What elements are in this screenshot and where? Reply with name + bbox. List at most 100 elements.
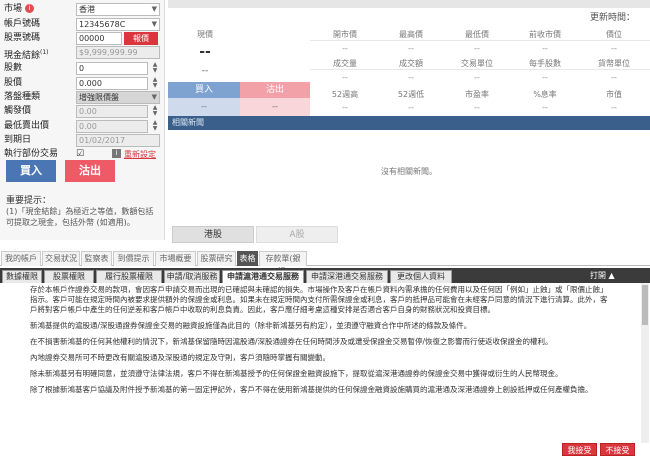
terms-paragraph: 除未新鴻基另有明確同意，並須遵守法律法規，客戶不得在新鴻基授予的任何保證金融資設…: [30, 369, 563, 378]
order-panel: 市場 i 香港 ▼ 帳戶號碼 12345678C ▼ 股票號碼 00000 報價…: [0, 0, 165, 240]
quote-value: --: [474, 103, 480, 112]
trigger-input[interactable]: 0.00: [76, 105, 148, 118]
info-icon[interactable]: i: [112, 149, 121, 158]
order-type-label: 落盤種類: [4, 92, 41, 102]
update-time-label: 更新時間：: [590, 13, 636, 23]
quote-value: --: [542, 73, 548, 82]
max-price-label: 最低賣出價: [4, 121, 50, 131]
quote-value: --: [408, 44, 414, 53]
subtab-shhk-connect[interactable]: 申請滬港通交易服務: [222, 270, 304, 283]
cash-label: 現金結餘: [4, 51, 41, 61]
tab-forms[interactable]: 表格: [237, 251, 258, 266]
tab-market-summary[interactable]: 市場概要: [155, 251, 196, 266]
subtab-stock-permission[interactable]: 股票權限: [44, 270, 94, 283]
quote-value: --: [342, 73, 348, 82]
notes-body: (1)「現金結餘」為極近之等值，數額包括可提取之現金，包括外幣 (如適用)。: [6, 207, 154, 227]
sub-tab-bar: 數據權限 股票權限 履行股票權限 申請/取消服務 申請滬港通交易服務 申請深港通…: [0, 268, 650, 283]
subtab-data-permission[interactable]: 數據權限: [2, 270, 42, 283]
market-value: 香港: [79, 5, 95, 14]
terms-paragraph: 在不損害新鴻基的任何其他權利的情況下，新鴻基保留隨時因滬股通/深股通證券在任何時…: [30, 337, 553, 346]
quote-header-yield: %息率: [533, 90, 557, 99]
news-empty-message: 沒有相關新聞。: [381, 167, 437, 176]
terms-scroll-thumb[interactable]: [642, 285, 648, 325]
terms-paragraph: 內地證券交易所可不時更改有關滬股通及深股通的規定及守則，客戶須隨時掌握有關變動。: [30, 353, 330, 362]
quote-value: --: [542, 44, 548, 53]
order-type-select[interactable]: 增強限價盤 ▼: [76, 91, 160, 104]
market-label: 市場: [4, 4, 23, 14]
quote-header-spread: 價位: [606, 30, 622, 39]
quote-value: --: [611, 103, 617, 112]
terms-paragraph: 除了根據新鴻基客戶協議及附件授予新鴻基的第一固定押記外，客戶不得在使用新鴻基提供…: [30, 385, 593, 394]
quote-header-52w-low: 52週低: [397, 90, 425, 99]
tab-watchlist[interactable]: 監察表: [81, 251, 112, 266]
subtab-szhk-connect[interactable]: 申請深港通交易服務: [306, 270, 388, 283]
qty-input[interactable]: 0: [76, 62, 148, 75]
quote-ask-value: --: [240, 98, 310, 116]
quote-header-pe: 市盈率: [465, 90, 489, 99]
tab-a-shares[interactable]: A股: [256, 226, 338, 243]
quote-sell-header: 沽出: [240, 82, 310, 98]
exec-checkbox[interactable]: ☑: [76, 149, 84, 159]
terms-content: 存於本帳戶作證券交易的款項，會因客戶申請交易而出現的已確認與未確認的損失。市場操…: [0, 283, 640, 455]
quote-header-market-cap: 市值: [606, 90, 622, 99]
subtab-apply-cancel-service[interactable]: 申請/取消服務: [164, 270, 220, 283]
subtab-exercise-permission[interactable]: 履行股票權限: [96, 270, 162, 283]
quote-header-lot-size: 每手股數: [529, 59, 561, 68]
quote-header-52w-high: 52週高: [331, 90, 359, 99]
quote-value: --: [611, 44, 617, 53]
tab-my-account[interactable]: 我的帳戶: [1, 251, 41, 266]
quote-header-currency: 貨幣單位: [598, 59, 630, 68]
quote-value: --: [474, 73, 480, 82]
price-change-value: --: [201, 66, 209, 76]
qty-label: 股數: [4, 63, 23, 73]
quote-value: --: [408, 103, 414, 112]
stock-value: 00000: [79, 34, 105, 43]
quote-header-turnover: 成交額: [399, 59, 423, 68]
main-tab-bar: 我的帳戶 交易狀況 監察表 到價提示 市場概要 股票研究 表格 存款單(銀行): [0, 251, 650, 276]
current-price-label: 現價: [197, 30, 213, 39]
reset-link[interactable]: 重新設定: [124, 149, 156, 160]
account-value: 12345678C: [79, 20, 126, 29]
tab-stock-research[interactable]: 股票研究: [197, 251, 236, 266]
expiry-label: 到期日: [4, 135, 32, 145]
reject-button[interactable]: 不接受: [600, 443, 635, 456]
quote-header-trade-unit: 交易單位: [461, 59, 493, 68]
terms-paragraph: 新鴻基提供的滬股通/深股通證券保證金交易的融資設施僅為此目的（除非新鴻基另有約定…: [30, 321, 472, 330]
quote-bid-value: --: [168, 98, 240, 116]
account-label: 帳戶號碼: [4, 19, 41, 29]
buy-button[interactable]: 買入: [6, 160, 56, 182]
tab-hk-stocks[interactable]: 港股: [172, 226, 254, 243]
notes-title: 重要提示：: [6, 196, 52, 206]
chevron-down-icon: ▼: [151, 5, 157, 13]
quote-value: --: [408, 73, 414, 82]
accept-button[interactable]: 我接受: [562, 443, 597, 456]
expiry-input[interactable]: 01/02/2017: [76, 134, 160, 147]
market-select[interactable]: 香港 ▼: [76, 3, 160, 16]
trigger-label: 觸發價: [4, 106, 32, 116]
quote-header-open: 開市價: [333, 30, 357, 39]
account-select[interactable]: 12345678C ▼: [76, 18, 160, 31]
qty-stepper[interactable]: ▲ ▼: [150, 62, 160, 75]
quote-value: --: [342, 103, 348, 112]
quote-value: --: [611, 73, 617, 82]
quote-header-low: 最低價: [465, 30, 489, 39]
info-icon[interactable]: i: [24, 4, 34, 13]
chevron-down-icon: ▼: [151, 93, 157, 101]
stock-label: 股票號碼: [4, 33, 41, 43]
subtab-update-profile[interactable]: 更改個人資料: [390, 270, 452, 283]
max-price-input[interactable]: 0.00: [76, 120, 148, 133]
open-toggle-button[interactable]: 打開 ▲: [590, 270, 615, 281]
price-label: 股價: [4, 78, 23, 88]
terms-paragraph: 存於本帳戶作證券交易的款項，會因客戶申請交易而出現的已確認與未確認的損失。市場操…: [30, 285, 608, 314]
price-input[interactable]: 0.000: [76, 77, 148, 90]
tab-price-alert[interactable]: 到價提示: [113, 251, 154, 266]
trigger-stepper[interactable]: ▲ ▼: [150, 105, 160, 118]
tab-deposit-slip[interactable]: 存款單(銀行): [259, 251, 307, 276]
sell-button[interactable]: 沽出: [65, 160, 115, 182]
max-price-stepper[interactable]: ▲ ▼: [150, 120, 160, 133]
stock-input[interactable]: 00000: [76, 32, 122, 45]
tab-trade-status[interactable]: 交易狀況: [42, 251, 80, 266]
chevron-down-icon: ▼: [151, 20, 157, 28]
quote-button[interactable]: 報價: [124, 32, 158, 45]
price-stepper[interactable]: ▲ ▼: [150, 77, 160, 90]
